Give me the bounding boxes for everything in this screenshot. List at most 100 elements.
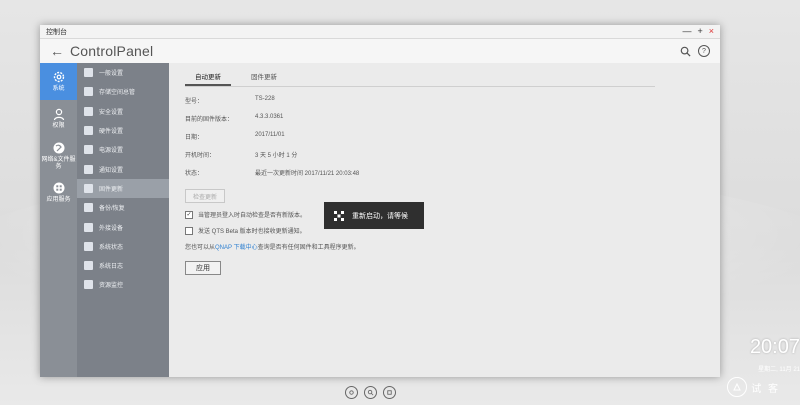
header-actions: ? (680, 45, 710, 57)
desktop-clock: 20:07 (749, 336, 800, 358)
rail-item-app-services[interactable]: 应用服务 (40, 174, 77, 211)
info-row-date: 日期： 2017/11/01 (185, 132, 704, 141)
control-panel-window: 控制台 — + × ← ControlPanel ? 系统 权限 网络&文件服务… (40, 25, 720, 377)
monitor-icon (84, 280, 93, 290)
toast-text: 重新启动，请等候 (352, 212, 408, 220)
option-auto-check[interactable]: ✓ 当管理员登入时自动检查是否有新版本。 (185, 210, 704, 219)
globe-icon (53, 142, 64, 153)
menu-item-label: 固件更新 (99, 186, 124, 193)
menu-item-label: 外接设备 (99, 225, 124, 232)
user-icon (53, 108, 64, 121)
info-row-uptime: 开机时间： 3 天 5 小时 1 分 (185, 150, 704, 159)
dock-power-icon[interactable] (383, 386, 396, 399)
rail-item-permissions[interactable]: 权限 (40, 100, 77, 137)
note-prefix: 您也可以从 (185, 245, 216, 251)
firmware-icon (84, 183, 93, 193)
menu-item-label: 安全设置 (99, 109, 124, 116)
menu-item-backup[interactable]: 备份/恢复 (77, 198, 169, 217)
help-icon[interactable]: ? (698, 45, 710, 57)
check-update-button[interactable]: 检查更新 (185, 189, 225, 203)
menu-item-label: 电源设置 (99, 148, 124, 155)
watermark-text: 试 客 (751, 383, 780, 395)
info-row-firmware-version: 目前的固件版本： 4.3.3.0361 (185, 114, 704, 123)
info-row-status: 状态： 最近一次更新时间 2017/11/21 20:03:48 (185, 168, 704, 177)
taskbar-dock (345, 386, 396, 399)
app-header: ← ControlPanel ? (40, 39, 720, 63)
download-center-note: 您也可以从QNAP 下载中心查询是否有任何固件和工具程序更新。 (185, 242, 704, 251)
info-label: 型号： (185, 99, 204, 105)
settings-menu: 一般设置 存储空间总管 安全设置 硬件设置 电源设置 通知设置 固件更新 备份/… (77, 63, 169, 377)
info-label: 开机时间： (185, 153, 216, 159)
menu-item-system-log[interactable]: 系统日志 (77, 256, 169, 275)
beta-notify-checkbox[interactable] (185, 226, 193, 235)
restart-toast: 重新启动，请等候 (324, 202, 424, 229)
apps-icon (53, 182, 64, 194)
menu-item-label: 备份/恢复 (99, 206, 125, 213)
menu-item-resource-monitor[interactable]: 资源监控 (77, 275, 169, 294)
loading-icon (334, 210, 344, 221)
search-icon[interactable] (680, 46, 691, 57)
rail-item-label: 系统 (52, 86, 65, 92)
tab-firmware-update[interactable]: 固件更新 (241, 71, 287, 86)
info-value: TS-228 (255, 96, 275, 102)
tab-auto-update[interactable]: 自动更新 (185, 71, 231, 86)
rail-item-label: 网络&文件服务 (41, 156, 76, 170)
info-value: 2017/11/01 (255, 132, 285, 138)
shield-icon (84, 106, 93, 116)
menu-item-storage[interactable]: 存储空间总管 (77, 82, 169, 101)
note-suffix: 查询是否有任何固件和工具程序更新。 (257, 245, 360, 251)
watermark: 试 客 (727, 377, 780, 397)
rail-item-label: 权限 (52, 123, 65, 129)
window-titlebar: 控制台 — + × (40, 25, 720, 39)
rail-item-label: 应用服务 (46, 197, 71, 203)
dock-search-glyph (367, 389, 374, 396)
menu-item-label: 资源监控 (99, 283, 124, 290)
menu-item-general[interactable]: 一般设置 (77, 63, 169, 82)
menu-item-label: 系统状态 (99, 244, 124, 251)
menu-item-system-status[interactable]: 系统状态 (77, 237, 169, 256)
info-row-model: 型号： TS-228 (185, 96, 704, 105)
menu-item-power[interactable]: 电源设置 (77, 140, 169, 159)
dock-home-icon[interactable] (345, 386, 358, 399)
backup-icon (84, 203, 93, 213)
storage-icon (84, 87, 93, 97)
status-icon (84, 241, 93, 251)
menu-item-notification[interactable]: 通知设置 (77, 159, 169, 178)
back-arrow-icon[interactable]: ← (50, 43, 64, 59)
menu-item-label: 硬件设置 (99, 129, 124, 136)
minimize-button[interactable]: — (682, 27, 691, 36)
menu-item-label: 一般设置 (99, 71, 124, 78)
menu-item-hardware[interactable]: 硬件设置 (77, 121, 169, 140)
gear-icon (53, 71, 64, 83)
option-beta-notify[interactable]: 发送 QTS Beta 版本时也接收更新通知。 (185, 226, 704, 235)
info-value: 4.3.3.0361 (255, 114, 284, 120)
external-device-icon (84, 222, 93, 232)
dock-power-glyph (387, 390, 392, 395)
hardware-icon (84, 126, 93, 136)
apply-button[interactable]: 应用 (185, 261, 221, 275)
log-icon (84, 261, 93, 271)
general-settings-icon (84, 68, 93, 78)
menu-item-external-device[interactable]: 外接设备 (77, 217, 169, 236)
rail-item-system[interactable]: 系统 (40, 63, 77, 100)
menu-item-security[interactable]: 安全设置 (77, 102, 169, 121)
firmware-content: 自动更新 固件更新 型号： TS-228 目前的固件版本： 4.3.3.0361… (169, 63, 720, 377)
info-label: 目前的固件版本： (185, 117, 234, 123)
tab-bar: 自动更新 固件更新 (185, 71, 655, 87)
window-title: 控制台 (46, 28, 67, 36)
info-label: 状态： (185, 171, 204, 177)
dock-search-icon[interactable] (364, 386, 377, 399)
notification-icon (84, 164, 93, 174)
rail-item-network-file[interactable]: 网络&文件服务 (40, 137, 77, 174)
category-rail: 系统 权限 网络&文件服务 应用服务 (40, 63, 77, 377)
menu-item-label: 通知设置 (99, 167, 124, 174)
watermark-logo-glyph (733, 382, 742, 391)
info-value: 最近一次更新时间 2017/11/21 20:03:48 (255, 171, 360, 177)
window-controls: — + × (682, 27, 714, 36)
info-value: 3 天 5 小时 1 分 (255, 153, 298, 159)
maximize-button[interactable]: + (697, 27, 702, 36)
download-center-link[interactable]: QNAP 下载中心 (215, 245, 258, 251)
auto-check-checkbox[interactable]: ✓ (185, 210, 193, 219)
close-button[interactable]: × (709, 27, 714, 36)
menu-item-firmware[interactable]: 固件更新 (77, 178, 169, 199)
